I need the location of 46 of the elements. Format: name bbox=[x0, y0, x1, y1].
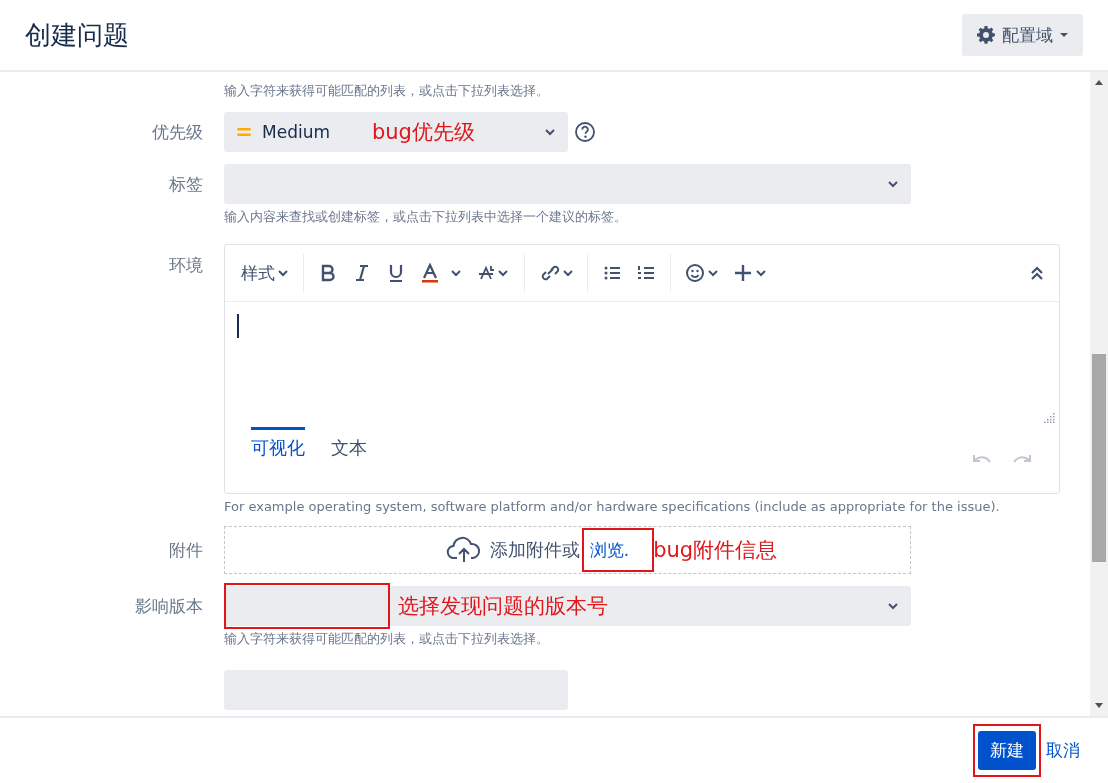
chevron-down-icon bbox=[887, 180, 899, 188]
text-cursor bbox=[237, 314, 239, 338]
editor-mode-tab[interactable]: 可视化 bbox=[251, 427, 305, 460]
insert-icon[interactable] bbox=[733, 263, 767, 283]
annotation-text: bug优先级 bbox=[372, 119, 475, 146]
scroll-down-icon[interactable] bbox=[1094, 702, 1104, 710]
browse-link[interactable]: 浏览. bbox=[589, 539, 630, 561]
attachment-dropzone[interactable]: 添加附件或 浏览. bug附件信息 bbox=[224, 526, 911, 574]
select-field[interactable]: 选择发现问题的版本号 bbox=[224, 586, 911, 626]
chevron-down-icon bbox=[277, 269, 289, 277]
annotation-text: 选择发现问题的版本号 bbox=[398, 593, 608, 620]
field-hint: 输入字符来获得可能匹配的列表，或点击下拉列表选择。 bbox=[224, 82, 550, 100]
help-icon[interactable] bbox=[574, 121, 596, 143]
select-field[interactable]: Medium bug优先级 bbox=[224, 112, 568, 152]
annotation-text: bug附件信息 bbox=[653, 537, 778, 564]
field-label: 影响版本 bbox=[135, 596, 203, 616]
chevron-down-icon bbox=[887, 602, 899, 610]
field-hint: 输入字符来获得可能匹配的列表，或点击下拉列表选择。 bbox=[224, 630, 550, 648]
caret-icon bbox=[1059, 32, 1069, 38]
priority-icon bbox=[236, 126, 252, 138]
field-label: 环境 bbox=[169, 255, 203, 275]
cancel-link[interactable]: 取消 bbox=[1046, 739, 1080, 762]
field-label: 优先级 bbox=[152, 122, 203, 142]
field-label: 标签 bbox=[169, 174, 203, 194]
cloud-upload-icon bbox=[445, 536, 482, 564]
chevron-down-icon[interactable] bbox=[450, 269, 462, 277]
field-hint: 输入内容来查找或创建标签，或点击下拉列表中选择一个建议的标签。 bbox=[224, 208, 628, 226]
scrollbar[interactable] bbox=[1090, 72, 1108, 716]
editor-mode-tab[interactable]: 文本 bbox=[331, 427, 367, 460]
dialog-title: 创建问题 bbox=[25, 18, 129, 52]
link-icon[interactable] bbox=[539, 263, 573, 283]
attachment-prompt: 添加附件或 bbox=[489, 538, 580, 562]
emoji-icon[interactable] bbox=[685, 263, 719, 283]
rich-text-editor[interactable]: 样式 可视化 文本 bbox=[224, 244, 1060, 494]
field-label: 附件 bbox=[169, 540, 203, 560]
create-button[interactable]: 新建 bbox=[978, 731, 1036, 770]
resize-grip-icon[interactable] bbox=[1043, 411, 1055, 423]
text-color-icon[interactable] bbox=[420, 263, 440, 283]
field-hint: For example operating system, software platform and/or hardware specifications (include as appropriate for the issue). bbox=[224, 498, 1001, 516]
style-dropdown[interactable]: 样式 bbox=[241, 261, 289, 285]
gear-icon bbox=[976, 25, 996, 45]
configure-fields-button[interactable]: 配置域 bbox=[962, 14, 1083, 56]
select-value: Medium bbox=[262, 122, 330, 142]
select-field[interactable] bbox=[224, 164, 911, 204]
scroll-up-icon[interactable] bbox=[1094, 78, 1104, 86]
chevron-down-icon bbox=[544, 128, 556, 136]
